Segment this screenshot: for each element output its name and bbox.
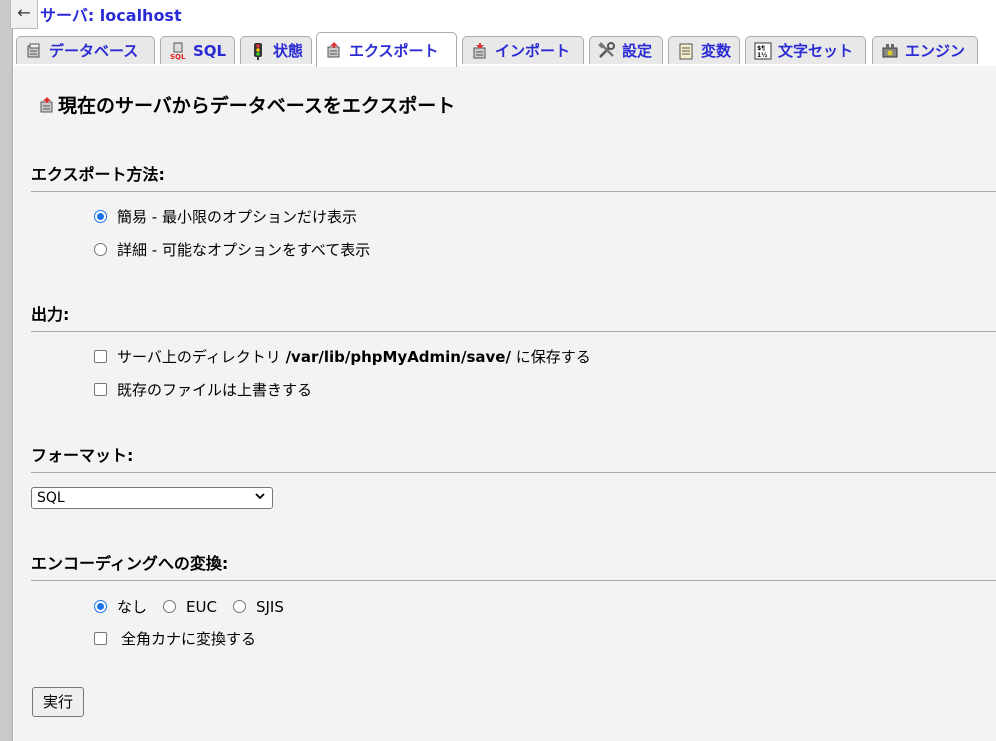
checkbox[interactable] bbox=[94, 383, 107, 396]
top-tab-bar: データベース SQL SQL 状態 エクスポート インポート 設定 変数 $¶ … bbox=[14, 32, 996, 67]
encoding-sjis-option[interactable]: SJIS bbox=[232, 597, 284, 616]
tab-label: エンジン bbox=[905, 42, 966, 60]
tab-label: 状態 bbox=[273, 42, 304, 60]
left-frame-rail bbox=[0, 0, 13, 741]
option-label: なし bbox=[117, 598, 148, 616]
database-icon bbox=[25, 42, 43, 60]
option-label: 簡易 - 最小限のオプションだけ表示 bbox=[117, 208, 357, 226]
encoding-radio-group: なし EUC SJIS bbox=[94, 596, 284, 617]
kana-convert-option[interactable]: 全角カナに変換する bbox=[94, 628, 256, 649]
encoding-options-row: なし EUC SJIS bbox=[94, 596, 284, 617]
page-title-text: 現在のサーバからデータベースをエクスポート bbox=[58, 95, 456, 117]
export-method-heading: エクスポート方法: bbox=[31, 161, 996, 192]
export-icon bbox=[38, 96, 56, 114]
import-icon bbox=[471, 42, 489, 60]
save-on-server-option[interactable]: サーバ上のディレクトリ /var/lib/phpMyAdmin/save/ に保… bbox=[94, 346, 591, 367]
radio-button[interactable] bbox=[94, 600, 107, 613]
status-icon bbox=[249, 42, 267, 60]
tab-charset[interactable]: $¶ 1½ 文字セット bbox=[745, 36, 866, 64]
radio-button[interactable] bbox=[232, 600, 246, 613]
format-heading: フォーマット: bbox=[31, 442, 996, 473]
tab-label: エクスポート bbox=[349, 41, 439, 60]
tab-label: 文字セット bbox=[778, 42, 854, 60]
option-label: 既存のファイルは上書きする bbox=[117, 381, 313, 399]
tab-import[interactable]: インポート bbox=[462, 36, 584, 64]
encoding-none-option[interactable]: なし bbox=[94, 596, 147, 617]
overwrite-option[interactable]: 既存のファイルは上書きする bbox=[94, 379, 312, 400]
tab-settings[interactable]: 設定 bbox=[589, 36, 663, 64]
radio-button[interactable] bbox=[163, 600, 177, 613]
output-heading: 出力: bbox=[31, 301, 996, 332]
submit-button[interactable]: 実行 bbox=[32, 687, 84, 717]
export-method-custom-option[interactable]: 詳細 - 可能なオプションをすべて表示 bbox=[94, 239, 370, 260]
variables-icon bbox=[677, 42, 695, 60]
tab-label: データベース bbox=[49, 42, 139, 60]
svg-text:1½: 1½ bbox=[757, 52, 767, 59]
sql-icon: SQL bbox=[169, 42, 187, 61]
checkbox[interactable] bbox=[94, 632, 107, 645]
option-label: 全角カナに変換する bbox=[121, 630, 257, 648]
tab-engines[interactable]: エンジン bbox=[872, 36, 978, 64]
checkbox[interactable] bbox=[94, 350, 107, 363]
tab-databases[interactable]: データベース bbox=[16, 36, 155, 64]
chevron-down-icon bbox=[254, 489, 266, 507]
svg-text:$¶: $¶ bbox=[757, 45, 765, 52]
encoding-heading: エンコーディングへの変換: bbox=[31, 550, 996, 581]
tab-label: SQL bbox=[193, 41, 227, 60]
tab-label: インポート bbox=[495, 42, 571, 60]
back-arrow-icon[interactable]: ← bbox=[10, 0, 38, 29]
export-method-quick-option[interactable]: 簡易 - 最小限のオプションだけ表示 bbox=[94, 206, 357, 227]
engine-icon bbox=[881, 42, 899, 60]
option-label: 詳細 - 可能なオプションをすべて表示 bbox=[117, 241, 371, 259]
save-prefix-text: サーバ上のディレクトリ bbox=[117, 348, 286, 366]
save-suffix-text: に保存する bbox=[510, 348, 591, 366]
export-panel: 現在のサーバからデータベースをエクスポート エクスポート方法: 簡易 - 最小限… bbox=[14, 66, 996, 741]
tab-status[interactable]: 状態 bbox=[240, 36, 312, 64]
charset-icon: $¶ 1½ bbox=[754, 42, 772, 60]
radio-button[interactable] bbox=[94, 243, 107, 256]
save-path-text: /var/lib/phpMyAdmin/save/ bbox=[285, 348, 511, 366]
radio-button[interactable] bbox=[94, 210, 107, 223]
format-select[interactable]: SQL bbox=[31, 487, 273, 509]
option-label: SJIS bbox=[255, 597, 284, 616]
option-label: EUC bbox=[186, 597, 217, 616]
tab-label: 変数 bbox=[701, 42, 732, 60]
tab-variables[interactable]: 変数 bbox=[668, 36, 740, 64]
settings-icon bbox=[598, 41, 616, 60]
server-breadcrumb-link[interactable]: サーバ: localhost bbox=[40, 2, 182, 26]
format-selected-value: SQL bbox=[37, 490, 65, 506]
svg-text:SQL: SQL bbox=[170, 53, 186, 60]
tab-label: 設定 bbox=[622, 42, 653, 60]
page-title: 現在のサーバからデータベースをエクスポート bbox=[38, 91, 455, 118]
encoding-euc-option[interactable]: EUC bbox=[163, 598, 217, 616]
option-label: サーバ上のディレクトリ /var/lib/phpMyAdmin/save/ に保… bbox=[117, 346, 591, 367]
export-icon bbox=[325, 41, 343, 59]
tab-sql[interactable]: SQL SQL bbox=[160, 36, 235, 64]
tab-export[interactable]: エクスポート bbox=[316, 32, 457, 67]
